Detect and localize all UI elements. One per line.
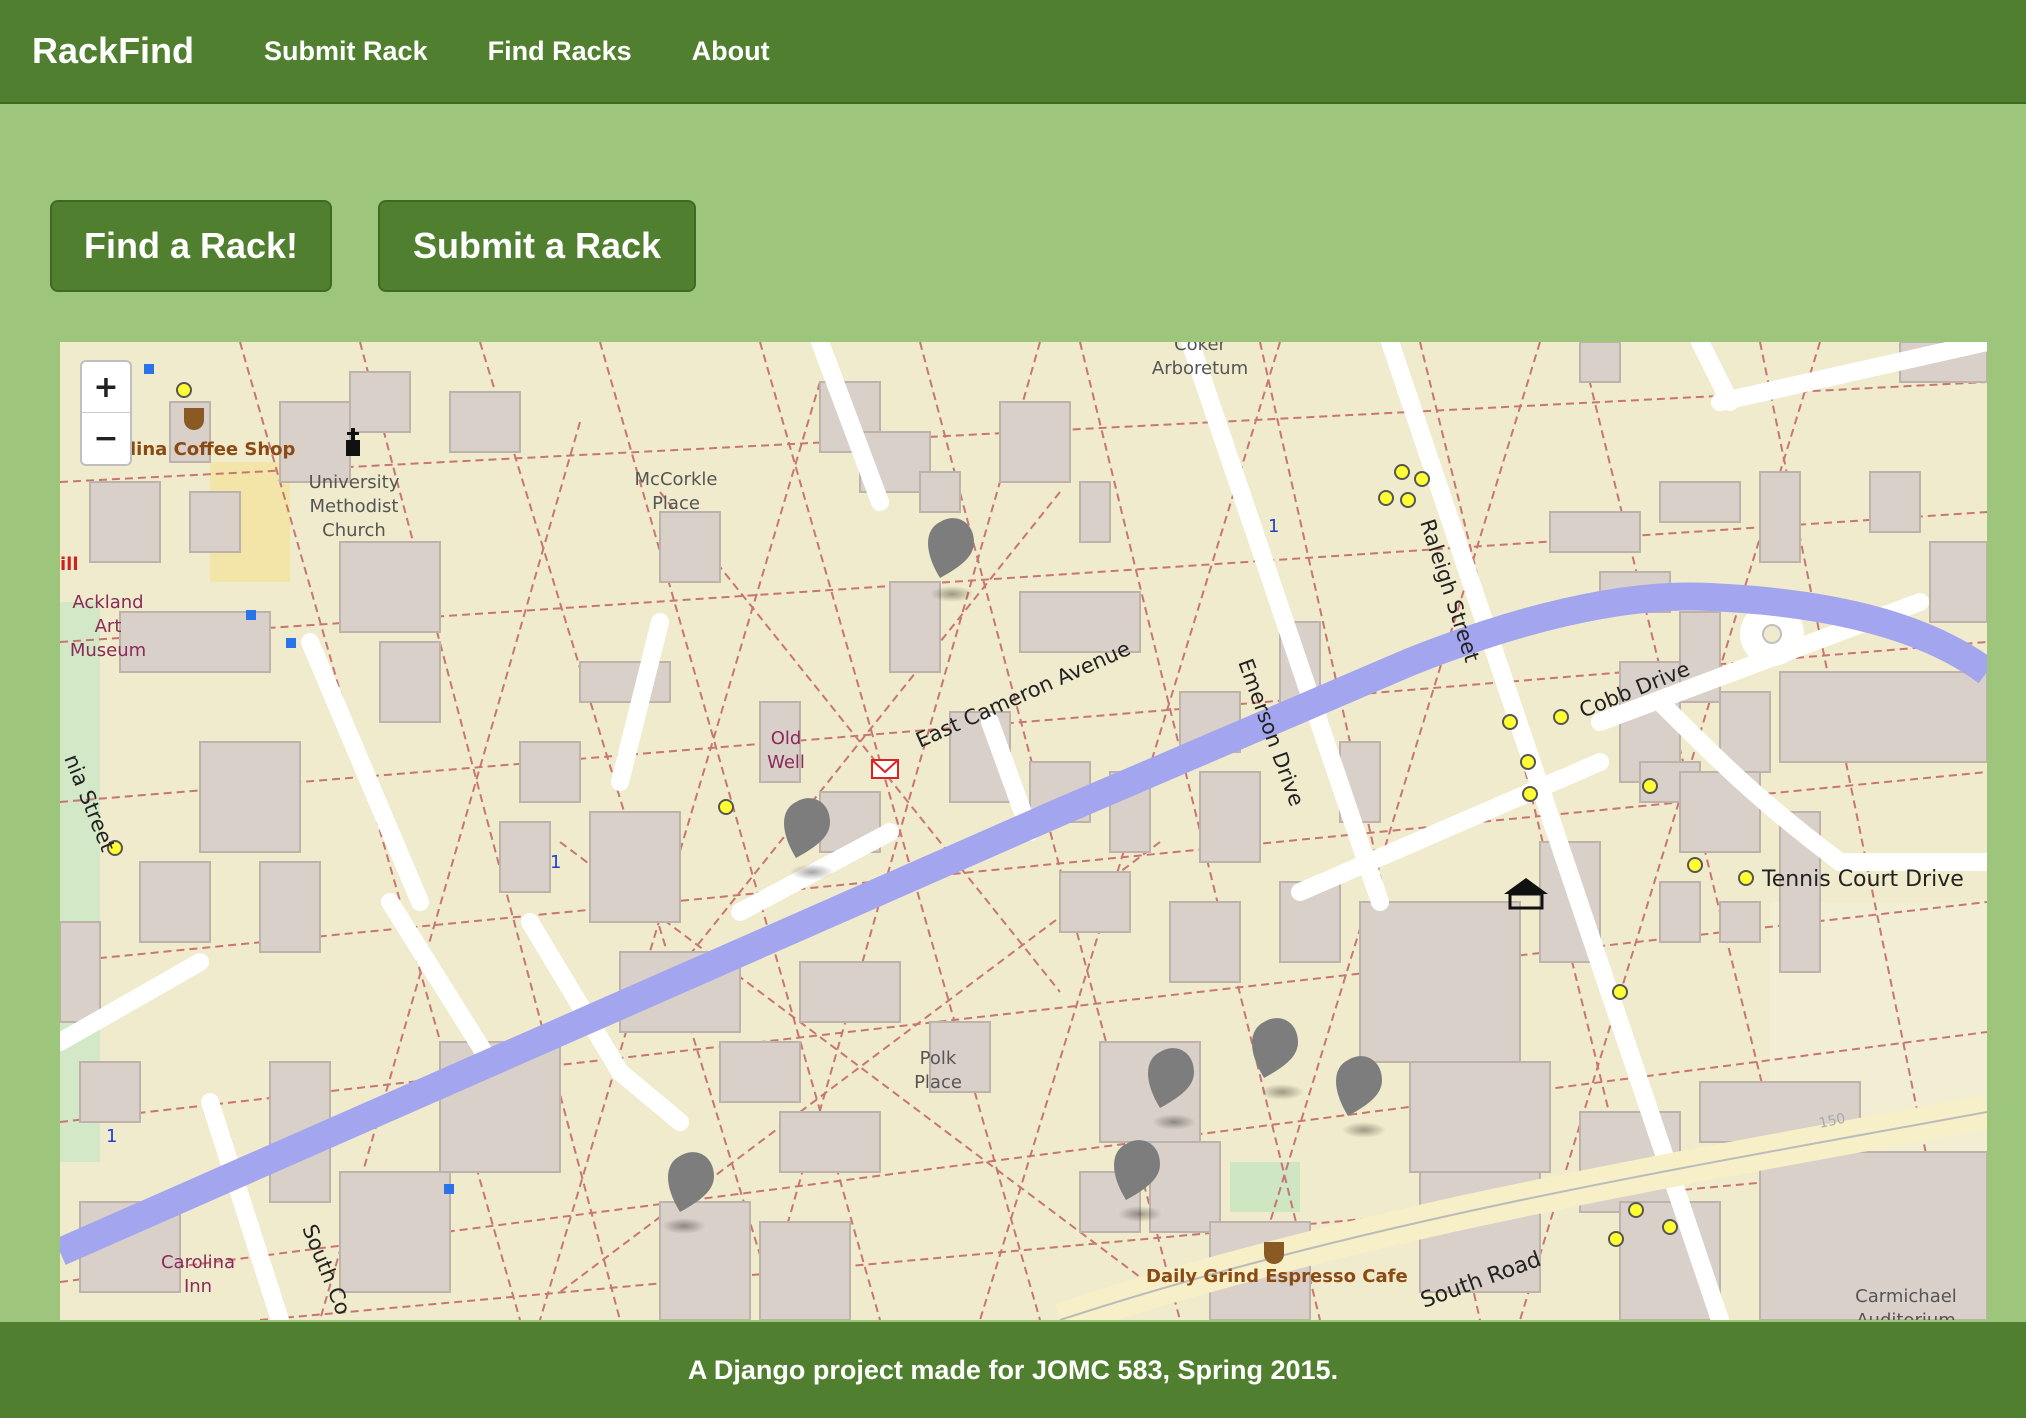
- zoom-control: + −: [80, 360, 132, 466]
- label-coker: Coker: [1174, 342, 1226, 355]
- label-polk: Place: [914, 1072, 962, 1093]
- footer: A Django project made for JOMC 583, Spri…: [0, 1322, 2026, 1418]
- map[interactable]: lina Coffee Shop University Methodist Ch…: [60, 342, 1987, 1320]
- label-carmichael: Auditorium: [1856, 1310, 1956, 1320]
- brand-logo[interactable]: RackFind: [32, 30, 194, 72]
- label-route: 1: [1268, 516, 1279, 537]
- map-tiles: lina Coffee Shop University Methodist Ch…: [60, 342, 1987, 1320]
- label-carolina-inn: Carolina: [161, 1252, 235, 1273]
- navbar: RackFind Submit Rack Find Racks About: [0, 0, 2026, 104]
- label-mccorkle: McCorkle: [635, 469, 718, 490]
- label-ackland: Art: [95, 616, 122, 637]
- label-church: Church: [322, 520, 386, 541]
- nav-submit-rack[interactable]: Submit Rack: [264, 36, 428, 67]
- label-mccorkle: Place: [652, 493, 700, 514]
- footer-text: A Django project made for JOMC 583, Spri…: [687, 1354, 1339, 1385]
- zoom-in-button[interactable]: +: [82, 362, 130, 413]
- label-carolina-inn: Inn: [184, 1276, 212, 1297]
- submit-rack-button[interactable]: Submit a Rack: [378, 200, 696, 292]
- label-carmichael: Carmichael: [1855, 1286, 1957, 1307]
- label-tennis: Tennis Court Drive: [1761, 867, 1964, 892]
- nav-find-racks[interactable]: Find Racks: [488, 36, 632, 67]
- label-church: University: [309, 472, 400, 493]
- label-ill: ill: [60, 554, 79, 575]
- label-old-well: Well: [767, 752, 805, 773]
- label-polk: Polk: [920, 1048, 957, 1069]
- label-daily-grind: Daily Grind Espresso Cafe: [1146, 1266, 1408, 1287]
- label-coker: Arboretum: [1152, 358, 1248, 379]
- find-rack-button[interactable]: Find a Rack!: [50, 200, 332, 292]
- label-route: 1: [106, 1126, 117, 1147]
- label-church: Methodist: [310, 496, 399, 517]
- label-ackland: Ackland: [72, 592, 143, 613]
- nav-about[interactable]: About: [692, 36, 770, 67]
- label-route: 1: [550, 852, 561, 873]
- zoom-out-button[interactable]: −: [82, 413, 130, 464]
- label-ackland: Museum: [70, 640, 146, 661]
- label-old-well: Old: [771, 728, 802, 749]
- label-coffee-shop: lina Coffee Shop: [130, 439, 296, 460]
